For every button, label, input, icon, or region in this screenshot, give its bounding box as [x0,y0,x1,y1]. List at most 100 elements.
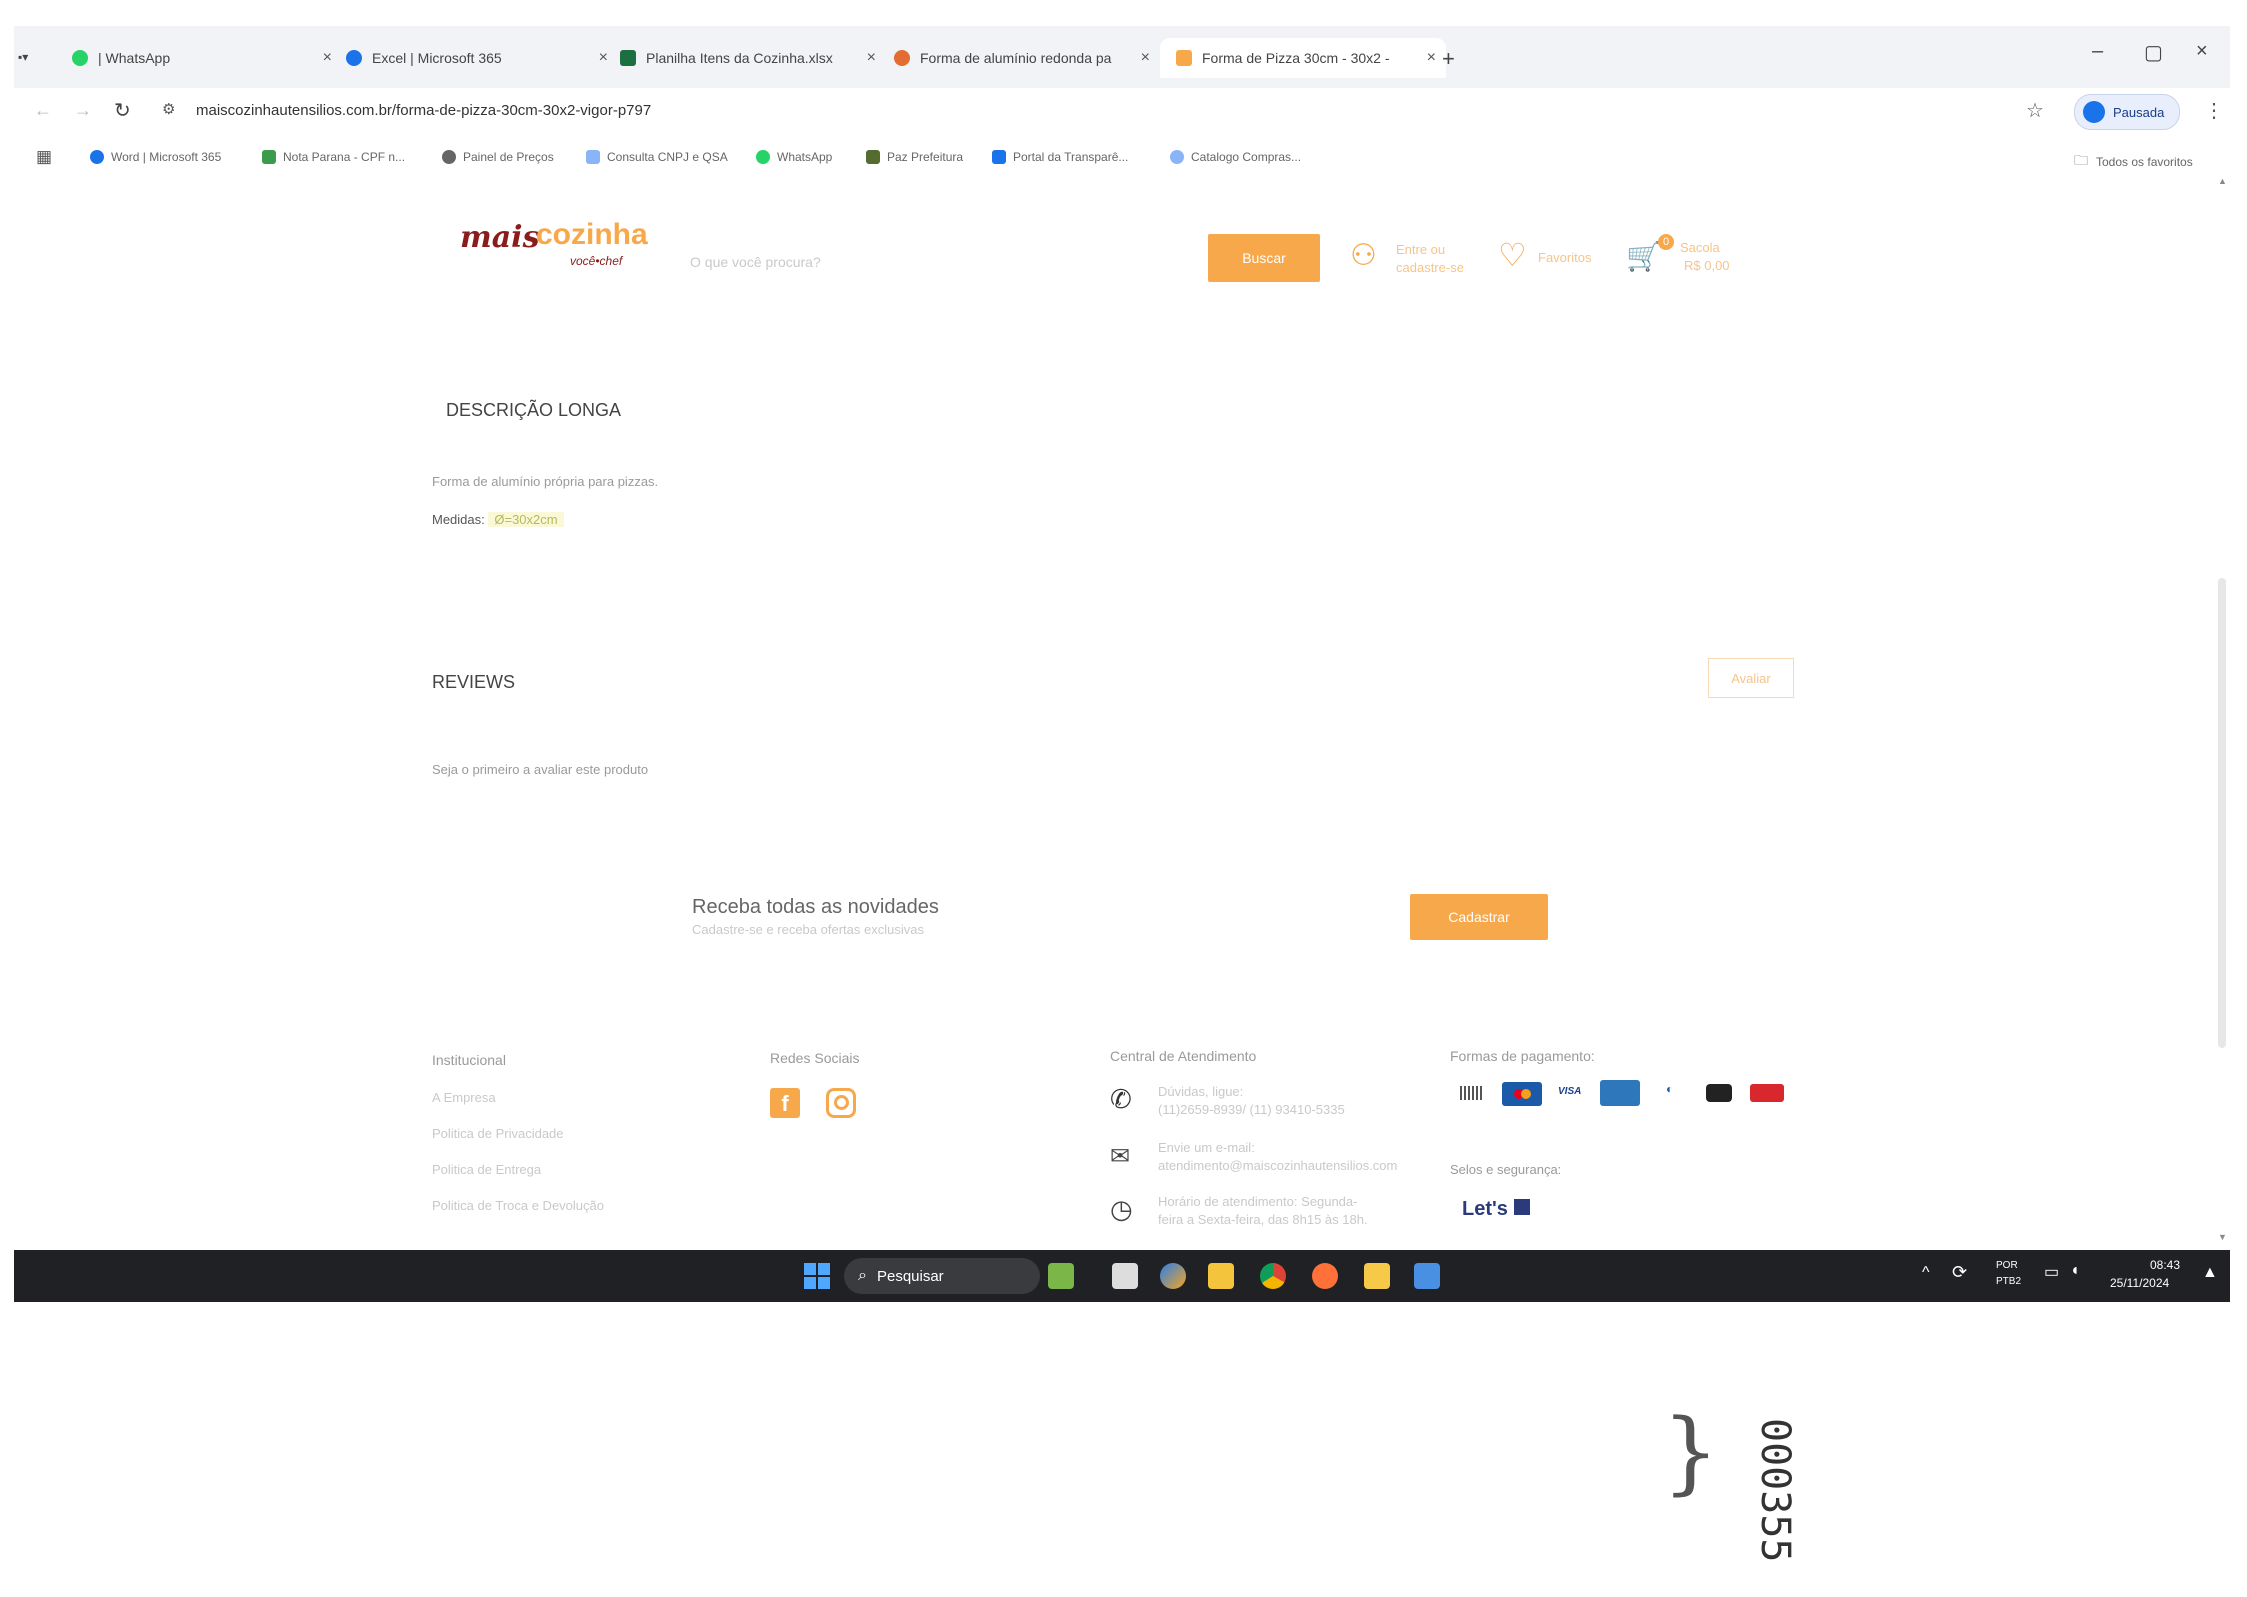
back-icon[interactable]: ← [34,100,52,121]
tab-list-icon[interactable]: ▪▾ [18,50,28,64]
scroll-up-icon[interactable]: ▲ [2218,178,2227,186]
signup-link[interactable]: cadastre-se [1396,260,1464,275]
footer-link-troca[interactable]: Politica de Troca e Devolução [432,1198,604,1213]
profile-button[interactable]: Pausada [2074,94,2180,130]
favorites-link[interactable]: Favoritos [1538,250,1591,265]
copilot-icon[interactable] [1160,1263,1186,1289]
app-icon[interactable] [1414,1263,1440,1289]
bookmark-catalogo-compras[interactable]: Catalogo Compras... [1170,150,1301,164]
notification-bell-icon[interactable]: ▲ [2202,1264,2218,1282]
taskbar-search[interactable]: ⌕ Pesquisar [844,1258,1040,1294]
search-input[interactable]: O que você procura? [690,254,821,270]
visa-icon: VISA [1558,1086,1582,1097]
minimize-icon[interactable]: – [2092,40,2103,63]
portal-icon [992,150,1006,164]
footer-link-empresa[interactable]: A Empresa [432,1090,496,1105]
tab-forma-pizza[interactable]: Forma de Pizza 30cm - 30x2 - × [1160,38,1446,78]
chevron-up-icon[interactable]: ^ [1922,1264,1930,1282]
avatar [2083,101,2105,123]
cart-icon[interactable]: 🛒 [1626,240,1661,273]
newsletter-title: Receba todas as novidades [692,896,939,918]
clock-date[interactable]: 25/11/2024 [2110,1276,2169,1290]
close-icon[interactable]: × [1141,49,1150,67]
reviews-title: REVIEWS [432,672,516,692]
display-icon[interactable]: ▭ [2044,1262,2059,1282]
microsoft-365-icon [346,50,362,66]
tab-excel[interactable]: Excel | Microsoft 365 × [346,38,608,78]
catalogo-icon [1170,150,1184,164]
description-text: Forma de alumínio própria para pizzas. [432,474,659,489]
site-logo[interactable]: mais cozinha você•chef [460,210,660,270]
menu-kebab-icon[interactable]: ⋮ [2204,98,2224,123]
clock-time[interactable]: 08:43 [2150,1258,2180,1272]
firefox-icon[interactable] [1312,1263,1338,1289]
mail-icon: ✉ [1110,1143,1131,1170]
hipercard-icon [1750,1084,1784,1102]
handwritten-brace: } [1662,1400,1720,1505]
tab-planilha[interactable]: Planilha Itens da Cozinha.xlsx × [620,38,876,78]
cart-count-badge: 0 [1658,234,1674,250]
cart-total: R$ 0,00 [1684,258,1730,273]
support-email-link[interactable]: atendimento@maiscozinhautensilios.com [1158,1158,1397,1173]
site-favicon-icon [894,50,910,66]
network-icon[interactable]: ⟳ [1952,1262,1967,1283]
clock-icon: ◷ [1110,1194,1133,1224]
login-link[interactable]: Entre ou [1396,242,1445,257]
tab-forma-aluminio[interactable]: Forma de alumínio redonda pa × [894,38,1150,78]
sticky-notes-icon[interactable] [1364,1263,1390,1289]
heart-icon[interactable]: ♡ [1498,236,1527,274]
close-icon[interactable]: × [323,49,332,67]
bookmark-whatsapp[interactable]: WhatsApp [756,150,832,164]
close-icon[interactable]: × [1427,49,1436,67]
file-explorer-icon[interactable] [1208,1263,1234,1289]
site-info-icon[interactable]: ⚙ [162,100,175,118]
bookmark-portal-transparencia[interactable]: Portal da Transparê... [992,150,1128,164]
windows-start-icon[interactable] [804,1263,830,1289]
folder-icon: 🗀 [2074,152,2088,168]
new-tab-icon[interactable]: + [1442,46,1455,72]
footer-link-entrega[interactable]: Politica de Entrega [432,1162,541,1177]
bookmark-painel-precos[interactable]: Painel de Preços [442,150,554,164]
scroll-down-icon[interactable]: ▼ [2218,1232,2227,1242]
tab-whatsapp[interactable]: | WhatsApp × [72,38,332,78]
task-view-icon[interactable] [1112,1263,1138,1289]
rate-button[interactable]: Avaliar [1708,658,1794,698]
restore-icon[interactable]: ▢ [2144,40,2163,65]
facebook-icon[interactable]: f [770,1088,800,1118]
close-icon[interactable]: × [599,49,608,67]
bookmark-star-icon[interactable]: ☆ [2026,98,2044,123]
widgets-icon[interactable] [1048,1263,1074,1289]
scrollbar-thumb[interactable] [2218,578,2226,1048]
forward-icon[interactable]: → [74,100,92,121]
user-icon[interactable]: ⚇ [1350,238,1377,273]
windows-taskbar: ⌕ Pesquisar ^ ⟳ POR PTB2 ▭ ◖ 08:43 25/11… [14,1250,2230,1302]
volume-icon[interactable]: ◖ [2070,1262,2080,1280]
keyboard-layout[interactable]: PTB2 [1996,1276,2021,1287]
mastercard-icon [1502,1082,1542,1106]
page-stamp-number: 000355 [1752,1418,1798,1563]
search-button[interactable]: Buscar [1208,234,1320,282]
bookmark-all-favorites[interactable]: 🗀 Todos os favoritos [2074,150,2193,174]
footer-link-privacidade[interactable]: Politica de Privacidade [432,1126,564,1141]
cart-label[interactable]: Sacola [1680,240,1720,255]
nota-parana-icon [262,150,276,164]
apps-grid-icon[interactable]: ▦ [36,147,52,167]
chrome-icon[interactable] [1260,1263,1286,1289]
vertical-scrollbar[interactable]: ▲ ▼ [2214,178,2230,1250]
reload-icon[interactable]: ↻ [114,98,131,123]
prefeitura-icon [866,150,880,164]
bookmark-consulta-cnpj[interactable]: Consulta CNPJ e QSA [586,150,728,164]
footer-security-title: Selos e segurança: [1450,1162,1562,1177]
close-window-icon[interactable]: × [2196,40,2208,63]
language-indicator[interactable]: POR [1996,1260,2018,1271]
bookmark-prefeitura[interactable]: Paz Prefeitura [866,150,963,164]
whatsapp-icon [72,50,88,66]
bookmark-nota-parana[interactable]: Nota Parana - CPF n... [262,150,405,164]
newsletter-subscribe-button[interactable]: Cadastrar [1410,894,1548,940]
close-icon[interactable]: × [867,49,876,67]
url-field[interactable]: maiscozinhautensilios.com.br/forma-de-pi… [196,102,651,119]
support-hours-line2: feira a Sexta-feira, das 8h15 às 18h. [1158,1212,1368,1227]
bookmark-word[interactable]: Word | Microsoft 365 [90,150,221,164]
instagram-icon[interactable] [826,1088,856,1118]
support-phone-number[interactable]: (11)2659-8939/ (11) 93410-5335 [1158,1102,1345,1117]
